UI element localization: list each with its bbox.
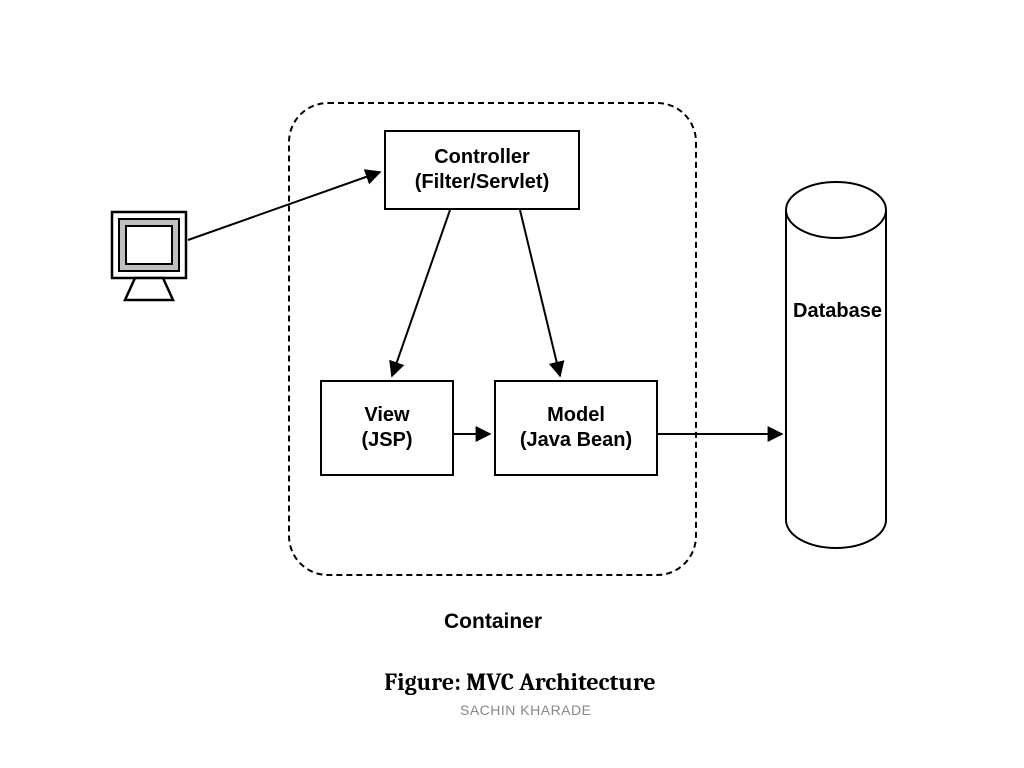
monitor-icon bbox=[112, 212, 186, 300]
arrow-controller-to-model bbox=[520, 210, 560, 376]
arrow-client-to-controller bbox=[188, 172, 380, 240]
author-name: SACHIN KHARADE bbox=[460, 702, 591, 718]
container-label: Container bbox=[444, 610, 542, 634]
diagram-canvas: Controller (Filter/Servlet) View (JSP) M… bbox=[0, 0, 1024, 768]
arrow-controller-to-view bbox=[392, 210, 450, 376]
figure-title: Figure: MVC Architecture bbox=[360, 668, 680, 696]
diagram-wires bbox=[0, 0, 1024, 768]
database-label: Database bbox=[793, 300, 882, 323]
database-icon bbox=[786, 182, 886, 548]
